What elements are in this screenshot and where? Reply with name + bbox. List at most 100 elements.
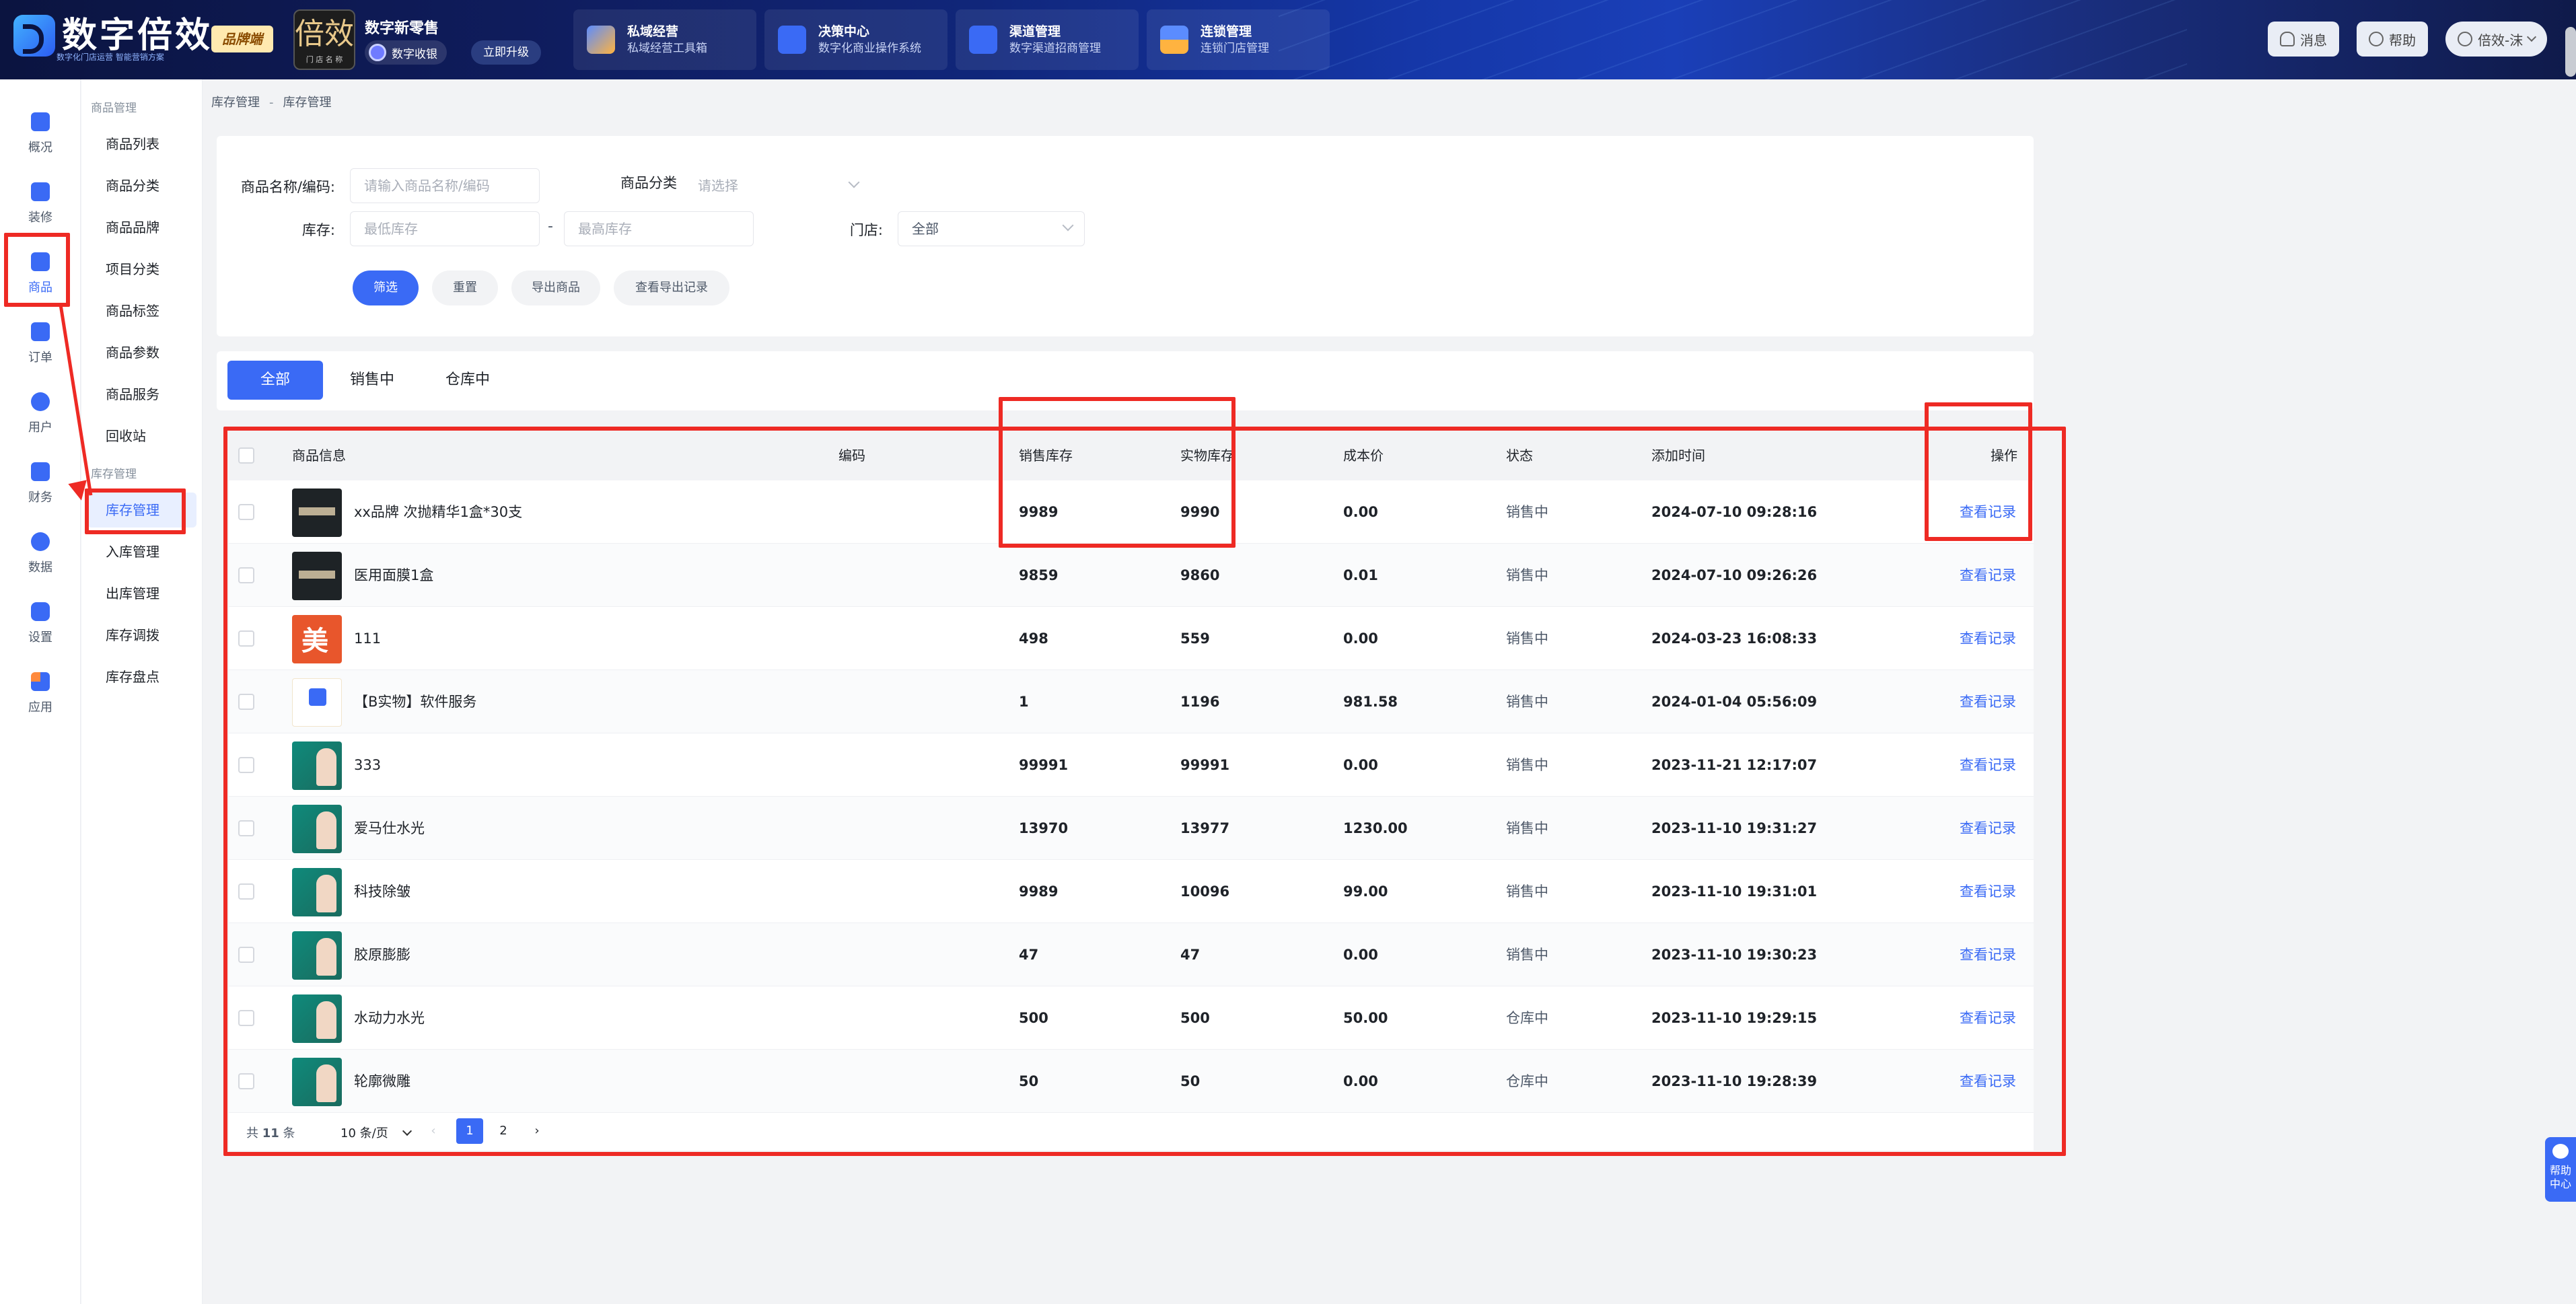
logo-mark-icon bbox=[13, 15, 55, 57]
module-subtitle: 连锁门店管理 bbox=[1201, 42, 1269, 55]
export-products-button[interactable]: 导出商品 bbox=[511, 270, 600, 305]
nav-label: 概况 bbox=[28, 141, 52, 155]
chevron-down-icon bbox=[848, 176, 860, 188]
nav-settings[interactable]: 设置 bbox=[0, 591, 81, 657]
module-title: 私域经营 bbox=[627, 24, 679, 39]
store-plan-label: 数字收银 bbox=[392, 47, 437, 61]
help-center-float-button[interactable]: 帮助中心 bbox=[2545, 1137, 2576, 1202]
nav-label: 财务 bbox=[28, 491, 52, 505]
submenu-item-product-category[interactable]: 商品分类 bbox=[106, 168, 159, 203]
nav-label: 订单 bbox=[28, 351, 52, 365]
header-scrollbar[interactable] bbox=[2565, 27, 2576, 77]
min-stock-input[interactable]: 最低库存 bbox=[350, 211, 540, 246]
logo-text: 数字倍效 bbox=[62, 15, 213, 56]
private-domain-icon bbox=[587, 26, 615, 54]
app-logo[interactable]: 数字倍效 bbox=[13, 15, 213, 57]
reset-button[interactable]: 重置 bbox=[432, 270, 498, 305]
message-button[interactable]: 消息 bbox=[2268, 22, 2339, 57]
user-menu[interactable]: 倍效-沫 bbox=[2445, 22, 2548, 57]
brand-badge: 品牌端 bbox=[211, 26, 273, 52]
chevron-down-icon bbox=[1062, 219, 1074, 231]
annotation-box-table bbox=[223, 427, 2066, 1156]
chain-store-icon bbox=[1160, 26, 1188, 54]
module-private-domain[interactable]: 私域经营私域经营工具箱 bbox=[573, 9, 756, 70]
store-avatar[interactable]: 倍效 门 店 名 称 bbox=[293, 9, 355, 70]
breadcrumb-item[interactable]: 库存管理 bbox=[211, 96, 260, 110]
submenu-item-product-service[interactable]: 商品服务 bbox=[106, 377, 159, 412]
module-subtitle: 数字渠道招商管理 bbox=[1009, 42, 1101, 55]
submenu-item-stock-transfer[interactable]: 库存调拨 bbox=[106, 618, 159, 653]
breadcrumb-item-current: 库存管理 bbox=[283, 96, 332, 110]
product-name-input[interactable]: 请输入商品名称/编码 bbox=[350, 168, 540, 203]
module-title: 渠道管理 bbox=[1009, 24, 1061, 39]
order-list-icon bbox=[31, 322, 50, 341]
max-stock-input[interactable]: 最高库存 bbox=[564, 211, 754, 246]
chevron-down-icon bbox=[2527, 32, 2537, 42]
store-avatar-subtext: 门 店 名 称 bbox=[306, 55, 343, 64]
tab-in-warehouse[interactable]: 仓库中 bbox=[420, 361, 515, 400]
module-decision-center[interactable]: 决策中心数字化商业操作系统 bbox=[764, 9, 947, 70]
store-plan-tag: 数字收银 bbox=[365, 40, 447, 65]
user-avatar-icon bbox=[2458, 32, 2472, 46]
upgrade-button[interactable]: 立即升级 bbox=[471, 40, 541, 65]
store-avatar-text: 倍效 bbox=[295, 17, 354, 51]
tab-on-sale[interactable]: 销售中 bbox=[324, 361, 420, 400]
submenu-item-recycle-bin[interactable]: 回收站 bbox=[106, 419, 146, 454]
breadcrumb: 库存管理 - 库存管理 bbox=[211, 93, 332, 110]
filter-store-label: 门店: bbox=[849, 222, 883, 238]
channel-chart-icon bbox=[969, 26, 997, 54]
help-label: 帮助 bbox=[2389, 32, 2416, 48]
plan-shield-icon bbox=[369, 44, 386, 61]
module-title: 决策中心 bbox=[818, 24, 870, 39]
nav-decoration[interactable]: 装修 bbox=[0, 171, 81, 237]
header-background-art bbox=[1279, 0, 2187, 79]
module-subtitle: 数字化商业操作系统 bbox=[818, 42, 921, 55]
nav-apps[interactable]: 应用 bbox=[0, 661, 81, 727]
store-name: 数字新零售 bbox=[365, 20, 439, 37]
store-select[interactable]: 全部 bbox=[898, 211, 1085, 246]
nav-label: 数据 bbox=[28, 560, 52, 575]
nav-label: 装修 bbox=[28, 211, 52, 225]
bell-icon bbox=[2280, 32, 2295, 46]
apps-grid-icon bbox=[31, 672, 50, 691]
annotation-box-inventory-menu bbox=[85, 488, 186, 534]
logo-subtitle: 数字化门店运营 智能营销方案 bbox=[57, 52, 164, 62]
users-icon bbox=[31, 392, 50, 411]
module-channel-management[interactable]: 渠道管理数字渠道招商管理 bbox=[956, 9, 1139, 70]
overview-chart-icon bbox=[31, 112, 50, 131]
view-export-log-button[interactable]: 查看导出记录 bbox=[614, 270, 729, 305]
breadcrumb-separator: - bbox=[269, 96, 274, 110]
filter-stock-label: 库存: bbox=[301, 222, 335, 238]
gear-icon bbox=[31, 602, 50, 621]
submenu-group-inventory: 库存管理 bbox=[91, 468, 137, 481]
finance-yuan-icon bbox=[31, 462, 50, 481]
submenu-item-stock-in[interactable]: 入库管理 bbox=[106, 534, 159, 569]
module-subtitle: 私域经营工具箱 bbox=[627, 42, 707, 55]
stock-range-dash: - bbox=[548, 218, 553, 235]
submenu-item-project-category[interactable]: 项目分类 bbox=[106, 252, 159, 287]
module-chain-management[interactable]: 连锁管理连锁门店管理 bbox=[1147, 9, 1330, 70]
nav-overview[interactable]: 概况 bbox=[0, 101, 81, 167]
filter-button[interactable]: 筛选 bbox=[353, 270, 419, 305]
nav-label: 设置 bbox=[28, 630, 52, 645]
store-select-value: 全部 bbox=[912, 221, 939, 237]
submenu-item-product-params[interactable]: 商品参数 bbox=[106, 335, 159, 370]
annotation-box-nav-products bbox=[4, 233, 70, 307]
help-button[interactable]: 帮助 bbox=[2357, 22, 2428, 57]
submenu-item-stock-count[interactable]: 库存盘点 bbox=[106, 659, 159, 694]
submenu-item-product-list[interactable]: 商品列表 bbox=[106, 126, 159, 161]
nav-users[interactable]: 用户 bbox=[0, 381, 81, 447]
submenu-group-products: 商品管理 bbox=[91, 102, 137, 115]
nav-data[interactable]: 数据 bbox=[0, 521, 81, 587]
product-submenu: 商品管理 商品列表 商品分类 商品品牌 项目分类 商品标签 商品参数 商品服务 … bbox=[81, 79, 203, 1304]
submenu-item-product-tags[interactable]: 商品标签 bbox=[106, 293, 159, 328]
module-title: 连锁管理 bbox=[1201, 24, 1252, 39]
top-header: 数字倍效 数字化门店运营 智能营销方案 品牌端 倍效 门 店 名 称 数字新零售… bbox=[0, 0, 2576, 79]
submenu-item-stock-out[interactable]: 出库管理 bbox=[106, 576, 159, 611]
submenu-item-product-brand[interactable]: 商品品牌 bbox=[106, 210, 159, 245]
tab-all[interactable]: 全部 bbox=[227, 361, 323, 400]
nav-label: 用户 bbox=[28, 421, 52, 435]
filter-name-label: 商品名称/编码: bbox=[240, 179, 335, 195]
category-select[interactable]: 请选择 bbox=[684, 168, 871, 203]
user-name: 倍效-沫 bbox=[2478, 32, 2524, 48]
